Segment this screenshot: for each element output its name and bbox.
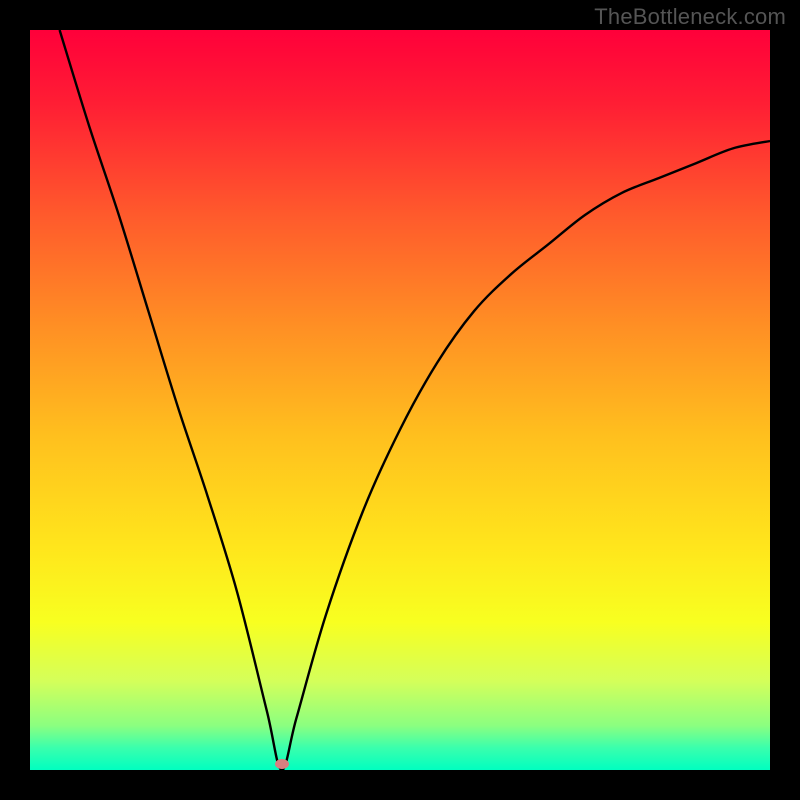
chart-container: TheBottleneck.com <box>0 0 800 800</box>
watermark-text: TheBottleneck.com <box>594 4 786 30</box>
minimum-marker <box>275 759 289 769</box>
chart-svg <box>0 0 800 800</box>
plot-area <box>30 30 770 770</box>
